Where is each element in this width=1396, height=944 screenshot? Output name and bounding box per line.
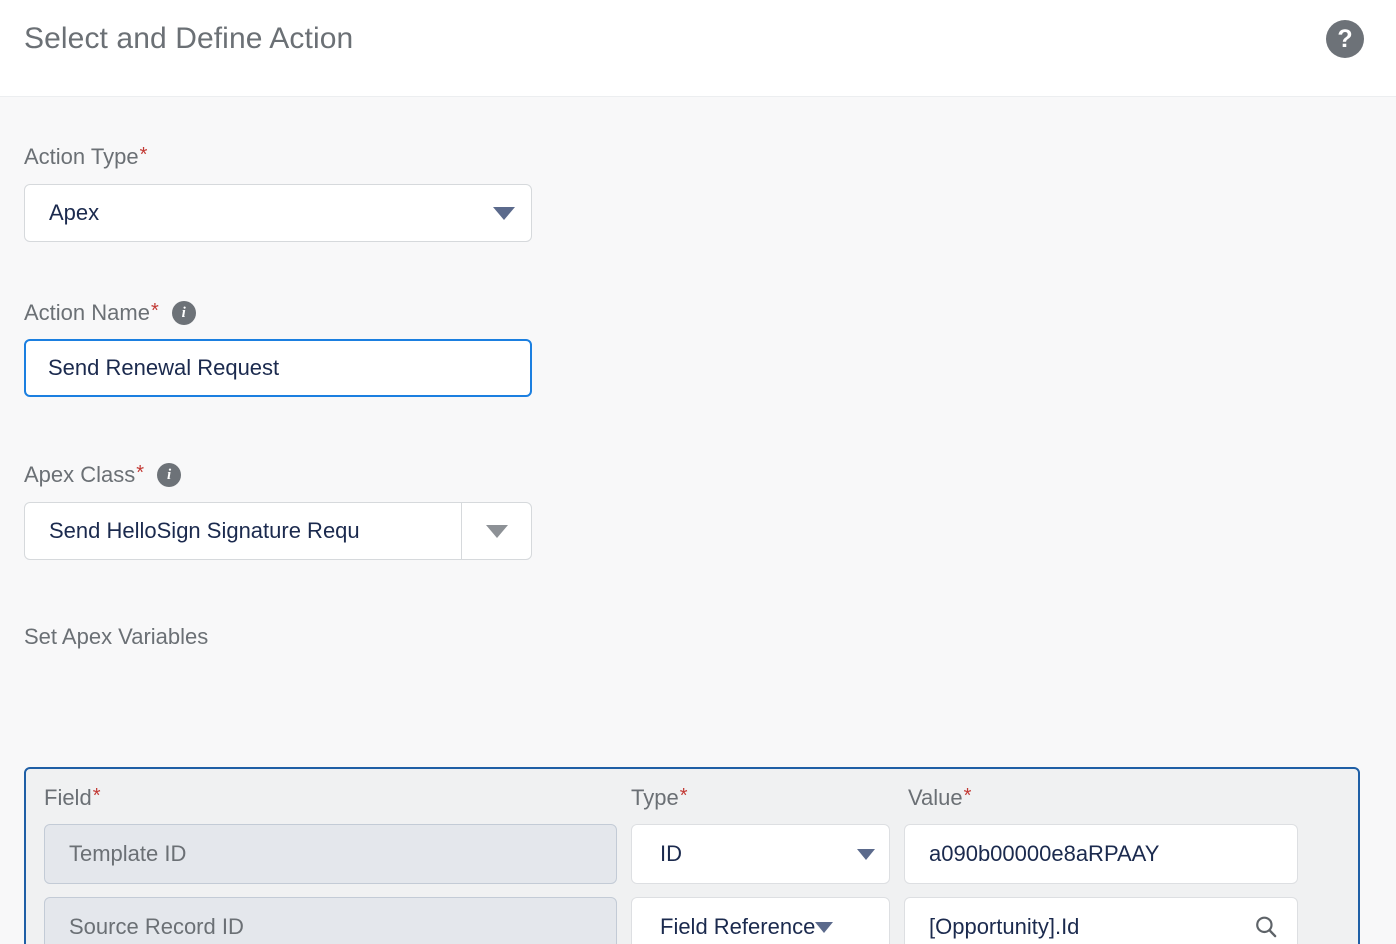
page-title: Select and Define Action: [24, 22, 353, 56]
action-type-group: Action Type * Apex: [24, 144, 532, 242]
action-type-label: Action Type *: [24, 144, 532, 170]
variable-type-select-2[interactable]: Field Reference: [631, 897, 890, 944]
apex-class-dropdown-button[interactable]: [461, 503, 531, 559]
apex-variables-panel: Field * Type * Value * Template ID ID a0…: [24, 767, 1360, 944]
action-name-input[interactable]: Send Renewal Request: [24, 339, 532, 397]
variable-field-name-1: Template ID: [44, 824, 617, 884]
variable-value-input-2[interactable]: [Opportunity].Id: [904, 897, 1298, 944]
apex-class-value: Send HelloSign Signature Requ: [49, 518, 360, 544]
column-header-field: Field *: [44, 785, 631, 811]
action-name-label-text: Action Name: [24, 300, 150, 326]
chevron-down-icon: [815, 922, 833, 933]
search-icon[interactable]: [1253, 914, 1279, 940]
required-asterisk: *: [93, 786, 101, 806]
set-apex-variables-label: Set Apex Variables: [24, 624, 208, 650]
info-circle-icon[interactable]: i: [157, 463, 181, 487]
column-header-type-text: Type: [631, 785, 679, 811]
variable-type-value-1: ID: [660, 841, 857, 867]
variable-value-text-1: a090b00000e8aRPAAY: [929, 841, 1279, 867]
required-asterisk: *: [151, 301, 159, 321]
variable-type-value-2: Field Reference: [660, 914, 815, 940]
chevron-down-icon: [493, 207, 515, 220]
apex-class-label: Apex Class * i: [24, 462, 532, 488]
dialog-header: Select and Define Action ?: [0, 0, 1396, 97]
apex-class-label-text: Apex Class: [24, 462, 135, 488]
variable-field-name-2: Source Record ID: [44, 897, 617, 944]
apex-class-input[interactable]: Send HelloSign Signature Requ: [25, 503, 461, 559]
action-type-value: Apex: [49, 200, 493, 226]
chevron-down-icon: [857, 849, 875, 860]
column-header-type: Type *: [631, 785, 908, 811]
action-type-label-text: Action Type: [24, 144, 139, 170]
chevron-down-icon: [486, 525, 508, 538]
action-type-select[interactable]: Apex: [24, 184, 532, 242]
variable-value-input-1[interactable]: a090b00000e8aRPAAY: [904, 824, 1298, 884]
required-asterisk: *: [964, 786, 972, 806]
set-apex-variables-label-text: Set Apex Variables: [24, 624, 208, 650]
column-header-value-text: Value: [908, 785, 963, 811]
help-circle-icon[interactable]: ?: [1326, 20, 1364, 58]
column-header-value: Value *: [908, 785, 1308, 811]
required-asterisk: *: [140, 145, 148, 165]
required-asterisk: *: [680, 786, 688, 806]
variable-type-select-1[interactable]: ID: [631, 824, 890, 884]
apex-class-group: Apex Class * i Send HelloSign Signature …: [24, 462, 532, 560]
apex-variables-header-row: Field * Type * Value *: [26, 769, 1358, 811]
action-name-label: Action Name * i: [24, 300, 532, 326]
info-circle-icon[interactable]: i: [172, 301, 196, 325]
variable-value-text-2: [Opportunity].Id: [929, 914, 1245, 940]
column-header-field-text: Field: [44, 785, 92, 811]
action-name-value: Send Renewal Request: [48, 355, 279, 381]
table-row: Source Record ID Field Reference [Opport…: [26, 897, 1358, 944]
apex-class-combobox[interactable]: Send HelloSign Signature Requ: [24, 502, 532, 560]
action-name-group: Action Name * i Send Renewal Request: [24, 300, 532, 397]
dialog-body: Action Type * Apex Action Name * i Send …: [0, 97, 1396, 944]
required-asterisk: *: [136, 463, 144, 483]
table-row: Template ID ID a090b00000e8aRPAAY: [26, 824, 1358, 884]
